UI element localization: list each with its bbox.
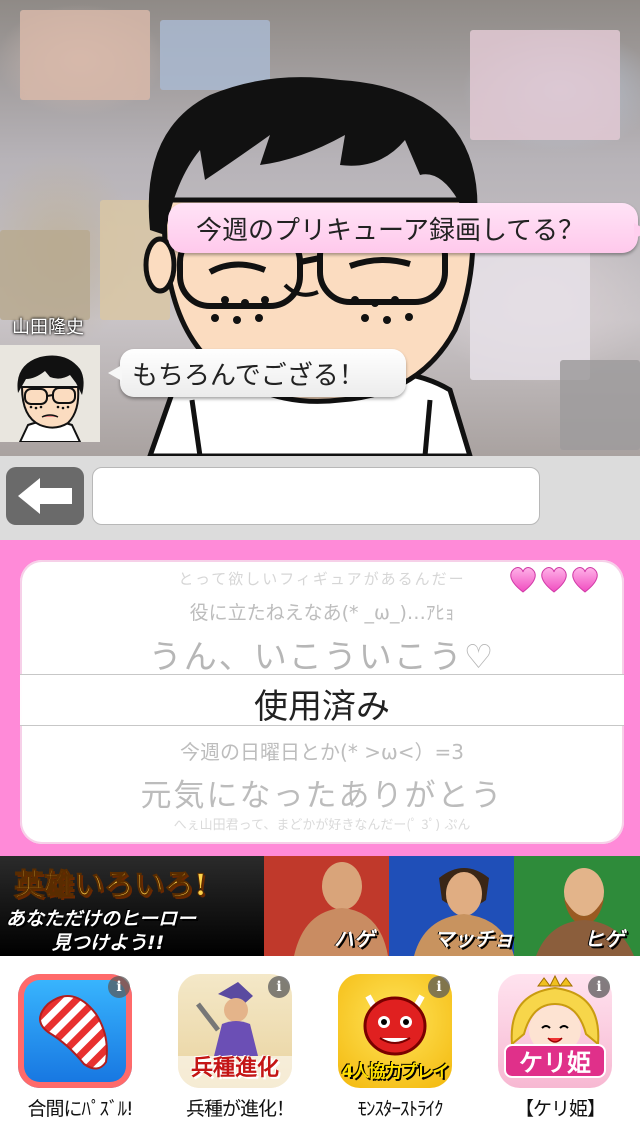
info-icon[interactable]: i	[268, 976, 290, 998]
app-label[interactable]: ﾓﾝｽﾀｰｽﾄﾗｲｸ	[320, 1094, 480, 1121]
speaker-name: 山田隆史	[12, 317, 84, 338]
picker-item[interactable]: 元気になったありがとう	[20, 770, 624, 815]
banner-heroes: ハゲ マッチョ ヒゲ	[264, 856, 640, 956]
app-tile[interactable]: 4人協力プレイ i ﾓﾝｽﾀｰｽﾄﾗｲｸ	[320, 974, 480, 1124]
hero-label: マッチョ	[434, 927, 514, 951]
partner-message-text: 今週のプリキューア録画してる？	[196, 215, 585, 246]
app-label[interactable]: 合間にﾊﾟｽﾞﾙ!	[0, 1094, 160, 1121]
app-label[interactable]: 【ケリ姫】	[480, 1094, 640, 1121]
app-icon-caption: 兵種進化	[190, 1056, 279, 1081]
input-bar	[0, 456, 640, 540]
info-icon[interactable]: i	[108, 976, 130, 998]
banner-subtitle: 見つけよう!!	[52, 932, 165, 954]
banner-text-panel: 英雄いろいろ! あなただけのヒーロー 見つけよう!!	[0, 856, 264, 956]
banner-subtitle: あなただけのヒーロー	[6, 908, 197, 930]
avatar	[0, 345, 100, 442]
picker-item[interactable]: へぇ山田君って、まどかが好きなんだー(ﾟ 3ﾟ) ぷん	[20, 814, 624, 833]
app-tile[interactable]: i 合間にﾊﾟｽﾞﾙ!	[0, 974, 160, 1124]
app-icon-caption: 4人協力プレイ	[341, 1062, 450, 1082]
app-tile[interactable]: ケリ姫 i 【ケリ姫】	[480, 974, 640, 1124]
otaku-avatar-icon	[0, 345, 100, 442]
picker-item-selected[interactable]: 使用済み	[20, 679, 624, 728]
hero-label: ヒゲ	[584, 927, 624, 951]
phrase-picker-area: とって欲しいフィギュアがあるんだー 役に立たねえなあ(* _ω_)…ｱﾋｮ うん…	[0, 540, 640, 856]
reply-message-bubble: もちろんでござる！	[108, 349, 406, 397]
banner-title: 英雄いろいろ!	[13, 868, 208, 904]
picker-item[interactable]: とって欲しいフィギュアがあるんだー	[20, 568, 624, 589]
picker-item[interactable]: 今週の日曜日とか(* >ω<）=3	[20, 736, 624, 765]
reply-message-text: もちろんでござる！	[132, 360, 365, 391]
app-recommendations: i 合間にﾊﾟｽﾞﾙ! 兵種進化 i 兵種が進化！ 4人協力プレイ i ﾓﾝｽﾀ…	[0, 956, 640, 1136]
info-icon[interactable]: i	[588, 976, 610, 998]
back-button[interactable]	[6, 467, 84, 525]
hero-label: ハゲ	[334, 927, 374, 951]
app-label[interactable]: 兵種が進化！	[160, 1094, 320, 1121]
picker-item[interactable]: 役に立たねえなあ(* _ω_)…ｱﾋｮ	[20, 598, 624, 625]
app-icon-caption: ケリ姫	[504, 1044, 606, 1078]
ad-banner[interactable]: 英雄いろいろ! あなただけのヒーロー 見つけよう!! ハゲ マッチョ ヒゲ	[0, 856, 640, 956]
picker-item[interactable]: うん、いこういこう♡	[20, 630, 624, 678]
conversation-scene: 今週のプリキューア録画してる？ 山田隆史 もちろんでござる！	[0, 0, 640, 456]
app-tile[interactable]: 兵種進化 i 兵種が進化！	[160, 974, 320, 1124]
info-icon[interactable]: i	[428, 976, 450, 998]
message-input[interactable]	[92, 467, 540, 525]
left-arrow-icon	[18, 478, 72, 514]
partner-message-bubble: 今週のプリキューア録画してる？	[168, 203, 640, 253]
phrase-picker[interactable]: とって欲しいフィギュアがあるんだー 役に立たねえなあ(* _ω_)…ｱﾋｮ うん…	[20, 560, 624, 844]
